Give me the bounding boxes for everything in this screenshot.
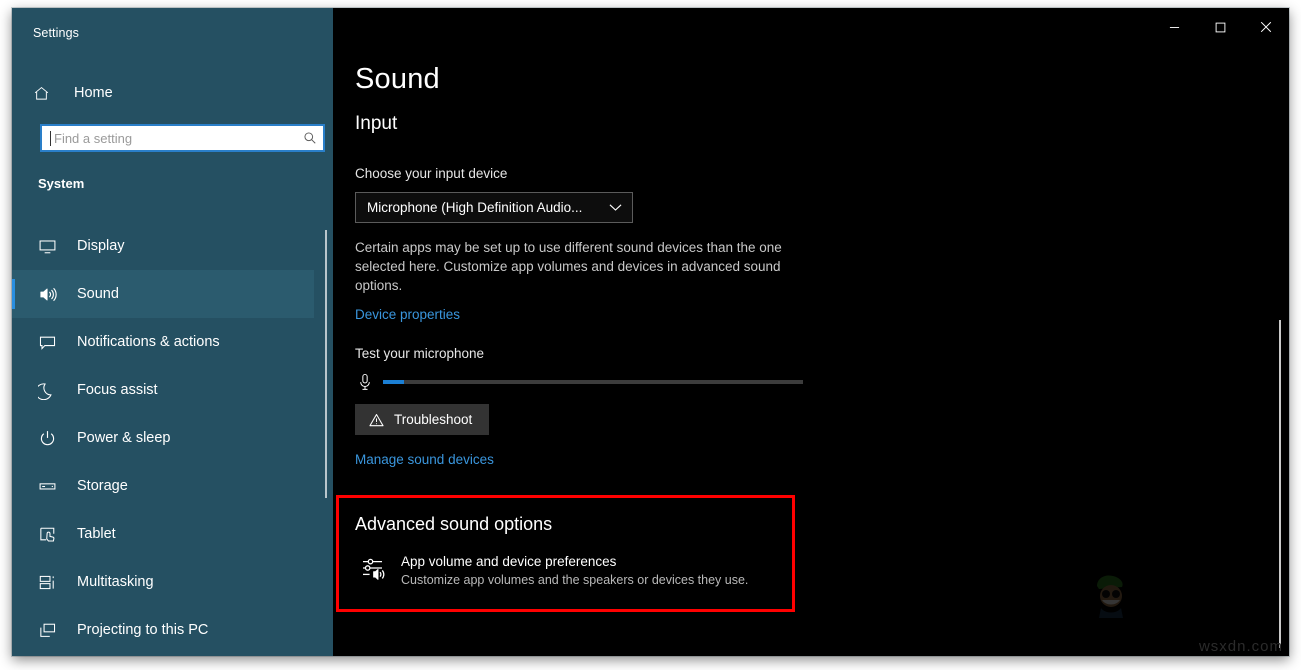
- watermark-text: wsxdn.com: [1199, 638, 1283, 655]
- sidebar-item-focus-assist-label: Focus assist: [77, 382, 158, 398]
- sidebar-section-label: System: [38, 176, 84, 191]
- advanced-sound-options-heading: Advanced sound options: [355, 514, 552, 535]
- main-scrollbar[interactable]: [1279, 320, 1281, 648]
- sidebar-item-tablet-label: Tablet: [77, 526, 116, 542]
- sidebar-item-tablet[interactable]: Tablet: [12, 510, 314, 558]
- microphone-level-meter: [353, 370, 803, 394]
- app-volume-and-device-preferences-item[interactable]: App volume and device preferences Custom…: [357, 554, 748, 587]
- device-properties-link[interactable]: Device properties: [355, 307, 460, 322]
- maximize-button[interactable]: [1197, 8, 1243, 46]
- input-description-text: Certain apps may be set up to use differ…: [355, 238, 807, 295]
- sidebar-item-storage-label: Storage: [77, 478, 128, 494]
- screen: Settings Home: [0, 0, 1301, 670]
- monitor-icon: [38, 237, 62, 256]
- input-device-dropdown[interactable]: Microphone (High Definition Audio...: [355, 192, 633, 223]
- troubleshoot-button-label: Troubleshoot: [394, 412, 472, 427]
- sidebar-item-display-label: Display: [77, 238, 125, 254]
- speaker-icon: [38, 285, 62, 304]
- sidebar-item-power-sleep-label: Power & sleep: [77, 430, 171, 446]
- moon-icon: [38, 381, 62, 400]
- app-volume-subtitle: Customize app volumes and the speakers o…: [401, 573, 748, 587]
- projecting-icon: [38, 621, 62, 640]
- sidebar-nav-list: Display Sound: [12, 222, 314, 654]
- drive-icon: [38, 477, 62, 496]
- minimize-button[interactable]: [1151, 8, 1197, 46]
- sidebar-item-power-sleep[interactable]: Power & sleep: [12, 414, 314, 462]
- choose-input-device-label: Choose your input device: [355, 166, 507, 181]
- sidebar-item-projecting[interactable]: Projecting to this PC: [12, 606, 314, 654]
- sidebar-item-home-label: Home: [74, 85, 113, 101]
- warning-triangle-icon: [369, 413, 384, 427]
- sidebar-item-projecting-label: Projecting to this PC: [77, 622, 208, 638]
- sidebar-item-notifications-label: Notifications & actions: [77, 334, 220, 350]
- page-title: Sound: [355, 63, 440, 96]
- notification-icon: [38, 333, 62, 352]
- close-button[interactable]: [1243, 8, 1289, 46]
- mascot-logo: [1091, 572, 1129, 618]
- home-icon: [33, 85, 63, 102]
- sidebar: Settings Home: [12, 8, 333, 656]
- sidebar-item-focus-assist[interactable]: Focus assist: [12, 366, 314, 414]
- input-section-heading: Input: [355, 113, 397, 135]
- input-device-value: Microphone (High Definition Audio...: [367, 200, 582, 215]
- sliders-speaker-icon: [357, 554, 391, 580]
- app-volume-title: App volume and device preferences: [401, 554, 748, 569]
- search-box[interactable]: [40, 124, 325, 152]
- sidebar-item-sound[interactable]: Sound: [12, 270, 314, 318]
- sidebar-item-multitasking-label: Multitasking: [77, 574, 154, 590]
- sidebar-item-display[interactable]: Display: [12, 222, 314, 270]
- sidebar-item-storage[interactable]: Storage: [12, 462, 314, 510]
- sidebar-item-home[interactable]: Home: [12, 76, 312, 110]
- power-icon: [38, 429, 62, 448]
- app-title: Settings: [33, 26, 79, 40]
- search-icon[interactable]: [297, 131, 323, 145]
- test-microphone-label: Test your microphone: [355, 346, 484, 361]
- sidebar-item-sound-label: Sound: [77, 286, 119, 302]
- tablet-touch-icon: [38, 525, 62, 544]
- settings-window: Settings Home: [12, 8, 1289, 656]
- meter-track: [383, 380, 803, 384]
- main-content: Sound Input Choose your input device Mic…: [333, 8, 1289, 656]
- advanced-sound-options-highlight: Advanced sound options: [336, 495, 795, 612]
- sidebar-item-notifications[interactable]: Notifications & actions: [12, 318, 314, 366]
- meter-fill: [383, 380, 404, 384]
- sidebar-item-multitasking[interactable]: Multitasking: [12, 558, 314, 606]
- troubleshoot-button[interactable]: Troubleshoot: [355, 404, 489, 435]
- window-controls: [1151, 8, 1289, 46]
- chevron-down-icon: [609, 203, 622, 212]
- manage-sound-devices-link[interactable]: Manage sound devices: [355, 452, 494, 467]
- search-input[interactable]: [51, 126, 297, 150]
- multitasking-icon: [38, 573, 62, 592]
- microphone-icon: [353, 373, 377, 391]
- sidebar-scrollbar[interactable]: [325, 230, 327, 498]
- app-volume-text-group: App volume and device preferences Custom…: [401, 554, 748, 587]
